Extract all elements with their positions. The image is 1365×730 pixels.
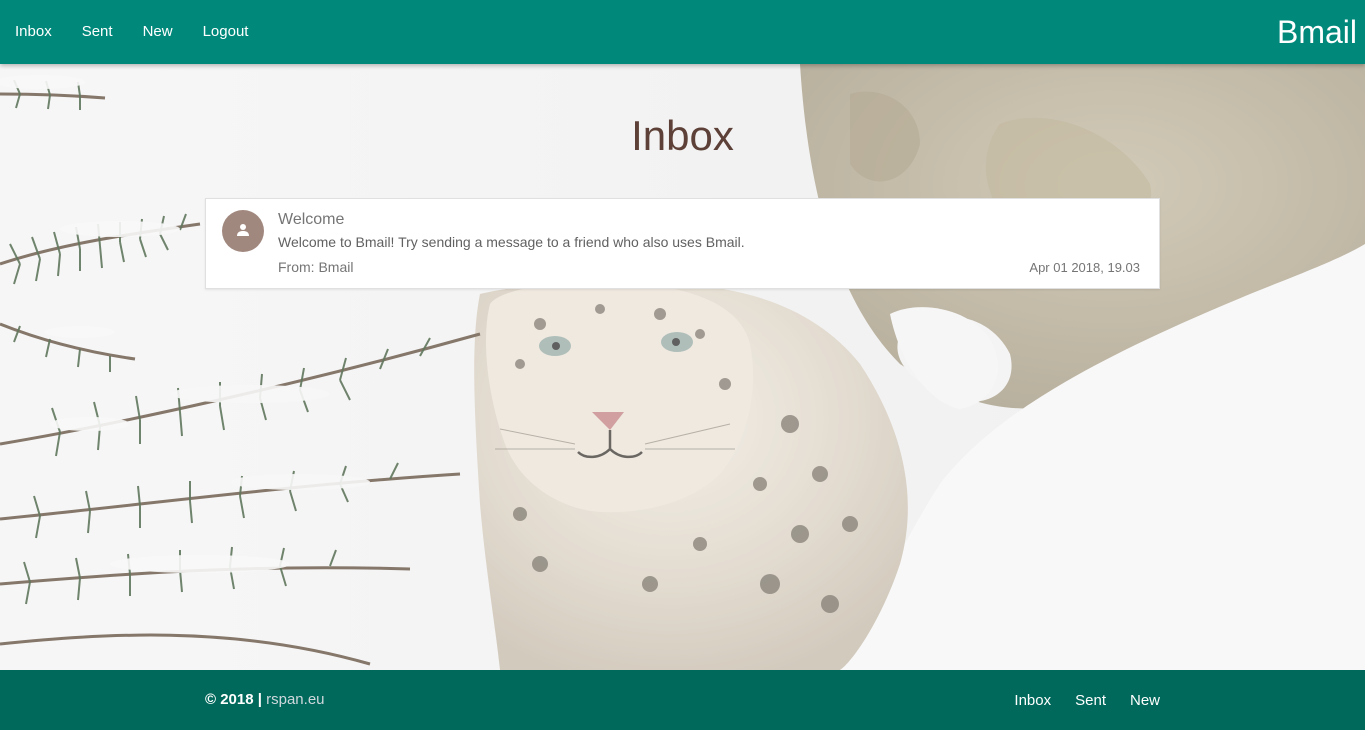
page-footer: © 2018 | rspan.eu Inbox Sent New <box>0 670 1365 730</box>
top-navbar: Inbox Sent New Logout Bmail <box>0 0 1365 64</box>
page-title: Inbox <box>631 112 734 159</box>
nav-new-link[interactable]: New <box>128 0 188 64</box>
copyright: © 2018 | rspan.eu <box>205 670 325 730</box>
footer-links: Inbox Sent New <box>990 670 1160 730</box>
footer-inbox-link[interactable]: Inbox <box>1014 692 1051 709</box>
nav-logout-link[interactable]: Logout <box>188 0 264 64</box>
message-preview: Welcome to Bmail! Try sending a message … <box>278 234 745 250</box>
message-subject: Welcome <box>278 211 345 228</box>
sender-avatar <box>222 210 264 252</box>
nav-sent-link[interactable]: Sent <box>67 0 128 64</box>
brand-logo[interactable]: Bmail <box>1277 0 1357 64</box>
message-sender: From: Bmail <box>278 259 354 275</box>
nav-inbox-link[interactable]: Inbox <box>0 0 67 64</box>
footer-sent-link[interactable]: Sent <box>1075 692 1106 709</box>
footer-new-link[interactable]: New <box>1130 692 1160 709</box>
copyright-text: © 2018 | <box>205 691 267 708</box>
message-card[interactable]: Welcome Welcome to Bmail! Try sending a … <box>205 198 1160 289</box>
site-link[interactable]: rspan.eu <box>266 691 324 708</box>
message-date: Apr 01 2018, 19.03 <box>1029 260 1140 275</box>
person-icon <box>237 224 249 236</box>
nav-links: Inbox Sent New Logout <box>0 0 263 64</box>
